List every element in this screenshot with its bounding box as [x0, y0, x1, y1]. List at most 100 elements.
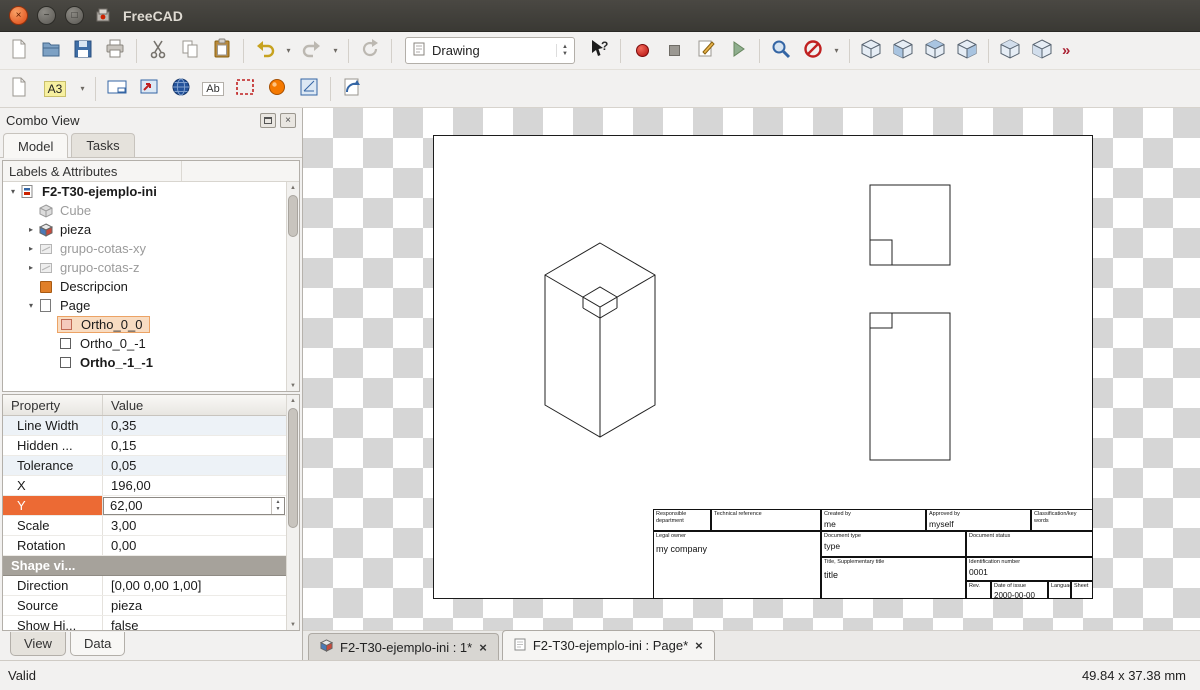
open-document-button[interactable] [36, 36, 66, 66]
whats-this-button[interactable]: ? [584, 36, 614, 66]
tab-view[interactable]: View [10, 632, 66, 656]
macro-record-button[interactable] [627, 36, 657, 66]
tab-model[interactable]: Model [3, 133, 68, 158]
window-close-button[interactable]: × [9, 6, 28, 25]
view-axonometric-button[interactable] [856, 36, 886, 66]
property-group-header[interactable]: Shape vi... [3, 556, 286, 576]
tab-data[interactable]: Data [70, 632, 125, 656]
new-a3-page-button[interactable]: A3 [36, 74, 74, 104]
open-browser-button[interactable] [166, 74, 196, 104]
tree-column-header[interactable]: Labels & Attributes [3, 161, 299, 182]
drawing-viewport[interactable]: Responsible department Technical referen… [303, 108, 1200, 660]
property-row[interactable]: Direction[0,00 0,00 1,00] [3, 576, 286, 596]
macro-edit-button[interactable] [691, 36, 721, 66]
expander-open-icon[interactable]: ▾ [7, 188, 19, 196]
cut-button[interactable] [143, 36, 173, 66]
property-row[interactable]: Scale3,00 [3, 516, 286, 536]
fit-all-button[interactable] [766, 36, 796, 66]
undo-dropdown-button[interactable]: ▾ [282, 36, 295, 66]
insert-view-button[interactable] [134, 74, 164, 104]
drawing-page[interactable]: Responsible department Technical referen… [433, 135, 1093, 599]
tree-item-ortho--1--1[interactable]: Ortho_-1_-1 [3, 353, 286, 372]
window-maximize-button[interactable]: □ [65, 6, 84, 25]
symbol-button[interactable] [262, 74, 292, 104]
tree-item-pieza[interactable]: ▸ pieza [3, 220, 286, 239]
window-minimize-button[interactable]: − [37, 6, 56, 25]
tree-item-cube[interactable]: Cube [3, 201, 286, 220]
property-value[interactable]: 0,05 [103, 456, 286, 475]
tree-item-ortho-0-0[interactable]: Ortho_0_0 [3, 315, 286, 334]
property-value[interactable]: false [103, 616, 286, 630]
property-row[interactable]: Sourcepieza [3, 596, 286, 616]
draw-style-dropdown-button[interactable]: ▾ [830, 36, 843, 66]
macro-stop-button[interactable] [659, 36, 689, 66]
property-column-headers[interactable]: Property Value [3, 395, 286, 416]
document-tab-page[interactable]: F2-T30-ejemplo-ini : Page* × [502, 630, 715, 660]
property-row-selected[interactable]: Y 62,00▲▼ [3, 496, 286, 516]
expander-closed-icon[interactable]: ▸ [25, 245, 37, 253]
refresh-button[interactable] [355, 36, 385, 66]
scroll-up-icon[interactable]: ▲ [287, 395, 299, 406]
view-left-button[interactable] [1027, 36, 1057, 66]
undo-button[interactable] [250, 36, 280, 66]
toolbar-overflow-button[interactable]: » [1062, 42, 1070, 59]
tree-item-document[interactable]: ▾ F2-T30-ejemplo-ini [3, 182, 286, 201]
clip-group-button[interactable] [230, 74, 260, 104]
scroll-up-icon[interactable]: ▲ [287, 182, 299, 193]
property-value[interactable]: 0,00 [103, 536, 286, 555]
tab-close-icon[interactable]: × [479, 640, 487, 655]
redo-button[interactable] [297, 36, 327, 66]
property-row[interactable]: X196,00 [3, 476, 286, 496]
tree-item-ortho-0--1[interactable]: Ortho_0_-1 [3, 334, 286, 353]
view-front-button[interactable] [888, 36, 918, 66]
save-document-button[interactable] [68, 36, 98, 66]
landscape-page-button[interactable] [102, 74, 132, 104]
panel-close-button[interactable]: × [280, 113, 296, 128]
workbench-selector[interactable]: Drawing ▲▼ [405, 37, 575, 64]
copy-button[interactable] [175, 36, 205, 66]
scrollbar-thumb[interactable] [288, 408, 298, 528]
property-value[interactable]: 196,00 [103, 476, 286, 495]
new-page-button[interactable] [4, 74, 34, 104]
tab-tasks[interactable]: Tasks [71, 133, 134, 157]
view-rear-button[interactable] [995, 36, 1025, 66]
new-document-button[interactable] [4, 36, 34, 66]
property-row[interactable]: Tolerance0,05 [3, 456, 286, 476]
view-right-button[interactable] [952, 36, 982, 66]
tree-item-descripcion[interactable]: Descripcion [3, 277, 286, 296]
expander-closed-icon[interactable]: ▸ [25, 226, 37, 234]
property-value[interactable]: pieza [103, 596, 286, 615]
spinner-icon[interactable]: ▲▼ [271, 498, 284, 514]
export-page-button[interactable] [337, 74, 367, 104]
macro-execute-button[interactable] [723, 36, 753, 66]
property-row[interactable]: Hidden ...0,15 [3, 436, 286, 456]
value-editor[interactable]: 62,00▲▼ [103, 497, 285, 515]
document-tab-3d[interactable]: F2-T30-ejemplo-ini : 1* × [308, 633, 499, 660]
workbench-spinner-icon[interactable]: ▲▼ [556, 44, 568, 57]
tree-item-grupo-cotas-xy[interactable]: ▸ grupo-cotas-xy [3, 239, 286, 258]
print-button[interactable] [100, 36, 130, 66]
view-top-button[interactable] [920, 36, 950, 66]
annotation-button[interactable]: Ab [198, 74, 228, 104]
tree-item-grupo-cotas-z[interactable]: ▸ grupo-cotas-z [3, 258, 286, 277]
tree-scrollbar[interactable]: ▲ ▼ [286, 182, 299, 391]
paste-button[interactable] [207, 36, 237, 66]
property-row[interactable]: Line Width0,35 [3, 416, 286, 436]
draw-style-button[interactable] [798, 36, 828, 66]
tree-item-page[interactable]: ▾ Page [3, 296, 286, 315]
property-row[interactable]: Show Hi...false [3, 616, 286, 630]
panel-float-button[interactable] [260, 113, 276, 128]
scroll-down-icon[interactable]: ▼ [287, 380, 299, 391]
expander-closed-icon[interactable]: ▸ [25, 264, 37, 272]
expander-open-icon[interactable]: ▾ [25, 302, 37, 310]
property-row[interactable]: Rotation0,00 [3, 536, 286, 556]
draft-view-button[interactable] [294, 74, 324, 104]
page-template-dropdown-button[interactable]: ▾ [76, 74, 89, 104]
property-value[interactable]: 0,15 [103, 436, 286, 455]
scrollbar-thumb[interactable] [288, 195, 298, 237]
property-value[interactable]: 0,35 [103, 416, 286, 435]
scroll-down-icon[interactable]: ▼ [287, 619, 299, 630]
tab-close-icon[interactable]: × [695, 638, 703, 653]
property-value[interactable]: [0,00 0,00 1,00] [103, 576, 286, 595]
property-scrollbar[interactable]: ▲ ▼ [286, 395, 299, 630]
